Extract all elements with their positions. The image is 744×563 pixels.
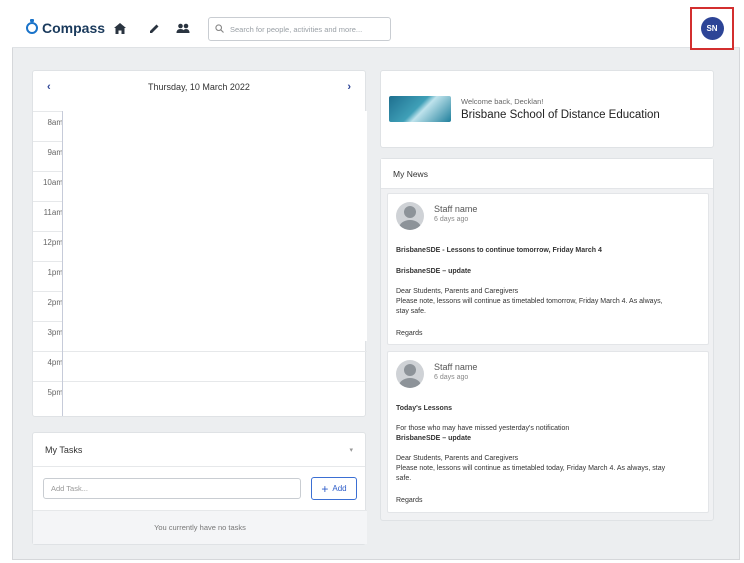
chevron-down-icon[interactable]: ▾ bbox=[349, 446, 353, 454]
news-subhead: BrisbaneSDE – update bbox=[396, 435, 472, 442]
search-icon bbox=[215, 20, 224, 38]
hour-label: 8am bbox=[47, 118, 63, 127]
pencil-icon[interactable] bbox=[147, 21, 161, 35]
add-task-input[interactable] bbox=[43, 478, 301, 499]
news-time: 6 days ago bbox=[434, 374, 469, 381]
add-task-row: + Add bbox=[43, 477, 357, 500]
news-title: My News bbox=[381, 159, 713, 189]
add-task-label: Add bbox=[332, 484, 347, 493]
news-body-line: Please note, lessons will continue as ti… bbox=[396, 298, 663, 305]
news-signoff: Regards bbox=[396, 497, 423, 504]
news-author: Staff name bbox=[434, 362, 478, 372]
calendar-next-button[interactable]: › bbox=[347, 81, 351, 93]
compass-logo[interactable]: Compass bbox=[26, 19, 106, 36]
search-input[interactable] bbox=[230, 24, 380, 34]
calendar-date: Thursday, 10 March 2022 bbox=[148, 82, 250, 92]
news-body-line: safe. bbox=[396, 475, 412, 482]
hour-label: 5pm bbox=[47, 388, 63, 397]
hour-label: 3pm bbox=[47, 328, 63, 337]
calendar-panel: ‹ Thursday, 10 March 2022 › 8am 9am 10am… bbox=[32, 70, 367, 417]
hour-label: 10am bbox=[42, 178, 63, 187]
hour-row: 4pm bbox=[33, 351, 367, 381]
calendar-events-area[interactable] bbox=[63, 111, 367, 341]
people-icon[interactable] bbox=[176, 21, 190, 35]
hour-label: 1pm bbox=[47, 268, 63, 277]
app-name: Compass bbox=[42, 20, 106, 36]
hour-label: 11am bbox=[43, 208, 63, 217]
news-headline: BrisbaneSDE - Lessons to continue tomorr… bbox=[396, 247, 602, 254]
tasks-panel: My Tasks ▾ + Add You currently have no t… bbox=[32, 432, 367, 545]
add-task-button[interactable]: + Add bbox=[311, 477, 357, 500]
news-subhead: BrisbaneSDE – update bbox=[396, 268, 472, 275]
plus-icon: + bbox=[321, 481, 329, 496]
news-item[interactable]: Staff name 6 days ago BrisbaneSDE - Less… bbox=[387, 193, 709, 345]
school-logo bbox=[389, 96, 451, 122]
news-signoff: Regards bbox=[396, 330, 423, 337]
hour-label: 4pm bbox=[47, 358, 63, 367]
user-menu-highlight[interactable]: SN bbox=[690, 7, 734, 50]
news-body-line: Dear Students, Parents and Caregivers bbox=[396, 455, 519, 462]
news-body-line: Dear Students, Parents and Caregivers bbox=[396, 288, 519, 295]
hour-row: 5pm bbox=[33, 381, 367, 411]
news-body-line: Please note, lessons will continue as ti… bbox=[396, 465, 666, 472]
school-info: Welcome back, Decklan! Brisbane School o… bbox=[461, 97, 660, 121]
tasks-header[interactable]: My Tasks ▾ bbox=[33, 433, 365, 467]
calendar-day-grid[interactable]: 8am 9am 10am 11am 12pm 1pm 2pm 3pm 4pm 5… bbox=[33, 111, 367, 416]
time-gutter-line bbox=[62, 111, 63, 416]
hour-label: 2pm bbox=[47, 298, 63, 307]
welcome-message: Welcome back, Decklan! bbox=[461, 97, 544, 106]
hour-label: 12pm bbox=[42, 238, 63, 247]
news-intro: For those who may have missed yesterday'… bbox=[396, 425, 570, 432]
staff-avatar bbox=[396, 202, 424, 230]
news-author: Staff name bbox=[434, 204, 478, 214]
news-time: 6 days ago bbox=[434, 216, 469, 223]
tasks-empty-state: You currently have no tasks bbox=[33, 510, 367, 544]
hour-label: 9am bbox=[47, 148, 63, 157]
staff-avatar bbox=[396, 360, 424, 388]
calendar-prev-button[interactable]: ‹ bbox=[47, 81, 51, 93]
global-search[interactable] bbox=[208, 17, 391, 41]
news-panel: My News Staff name 6 days ago BrisbaneSD… bbox=[380, 158, 714, 521]
home-icon[interactable] bbox=[113, 21, 127, 35]
news-headline: Today's Lessons bbox=[396, 405, 452, 412]
compass-logo-icon bbox=[26, 19, 38, 34]
user-avatar[interactable]: SN bbox=[700, 17, 724, 40]
tasks-title: My Tasks bbox=[45, 444, 83, 455]
school-card: Welcome back, Decklan! Brisbane School o… bbox=[380, 70, 714, 148]
school-name: Brisbane School of Distance Education bbox=[461, 109, 660, 121]
calendar-header: ‹ Thursday, 10 March 2022 › bbox=[33, 71, 365, 103]
news-item[interactable]: Staff name 6 days ago Today's Lessons Fo… bbox=[387, 351, 709, 513]
news-body-line: stay safe. bbox=[396, 308, 426, 315]
